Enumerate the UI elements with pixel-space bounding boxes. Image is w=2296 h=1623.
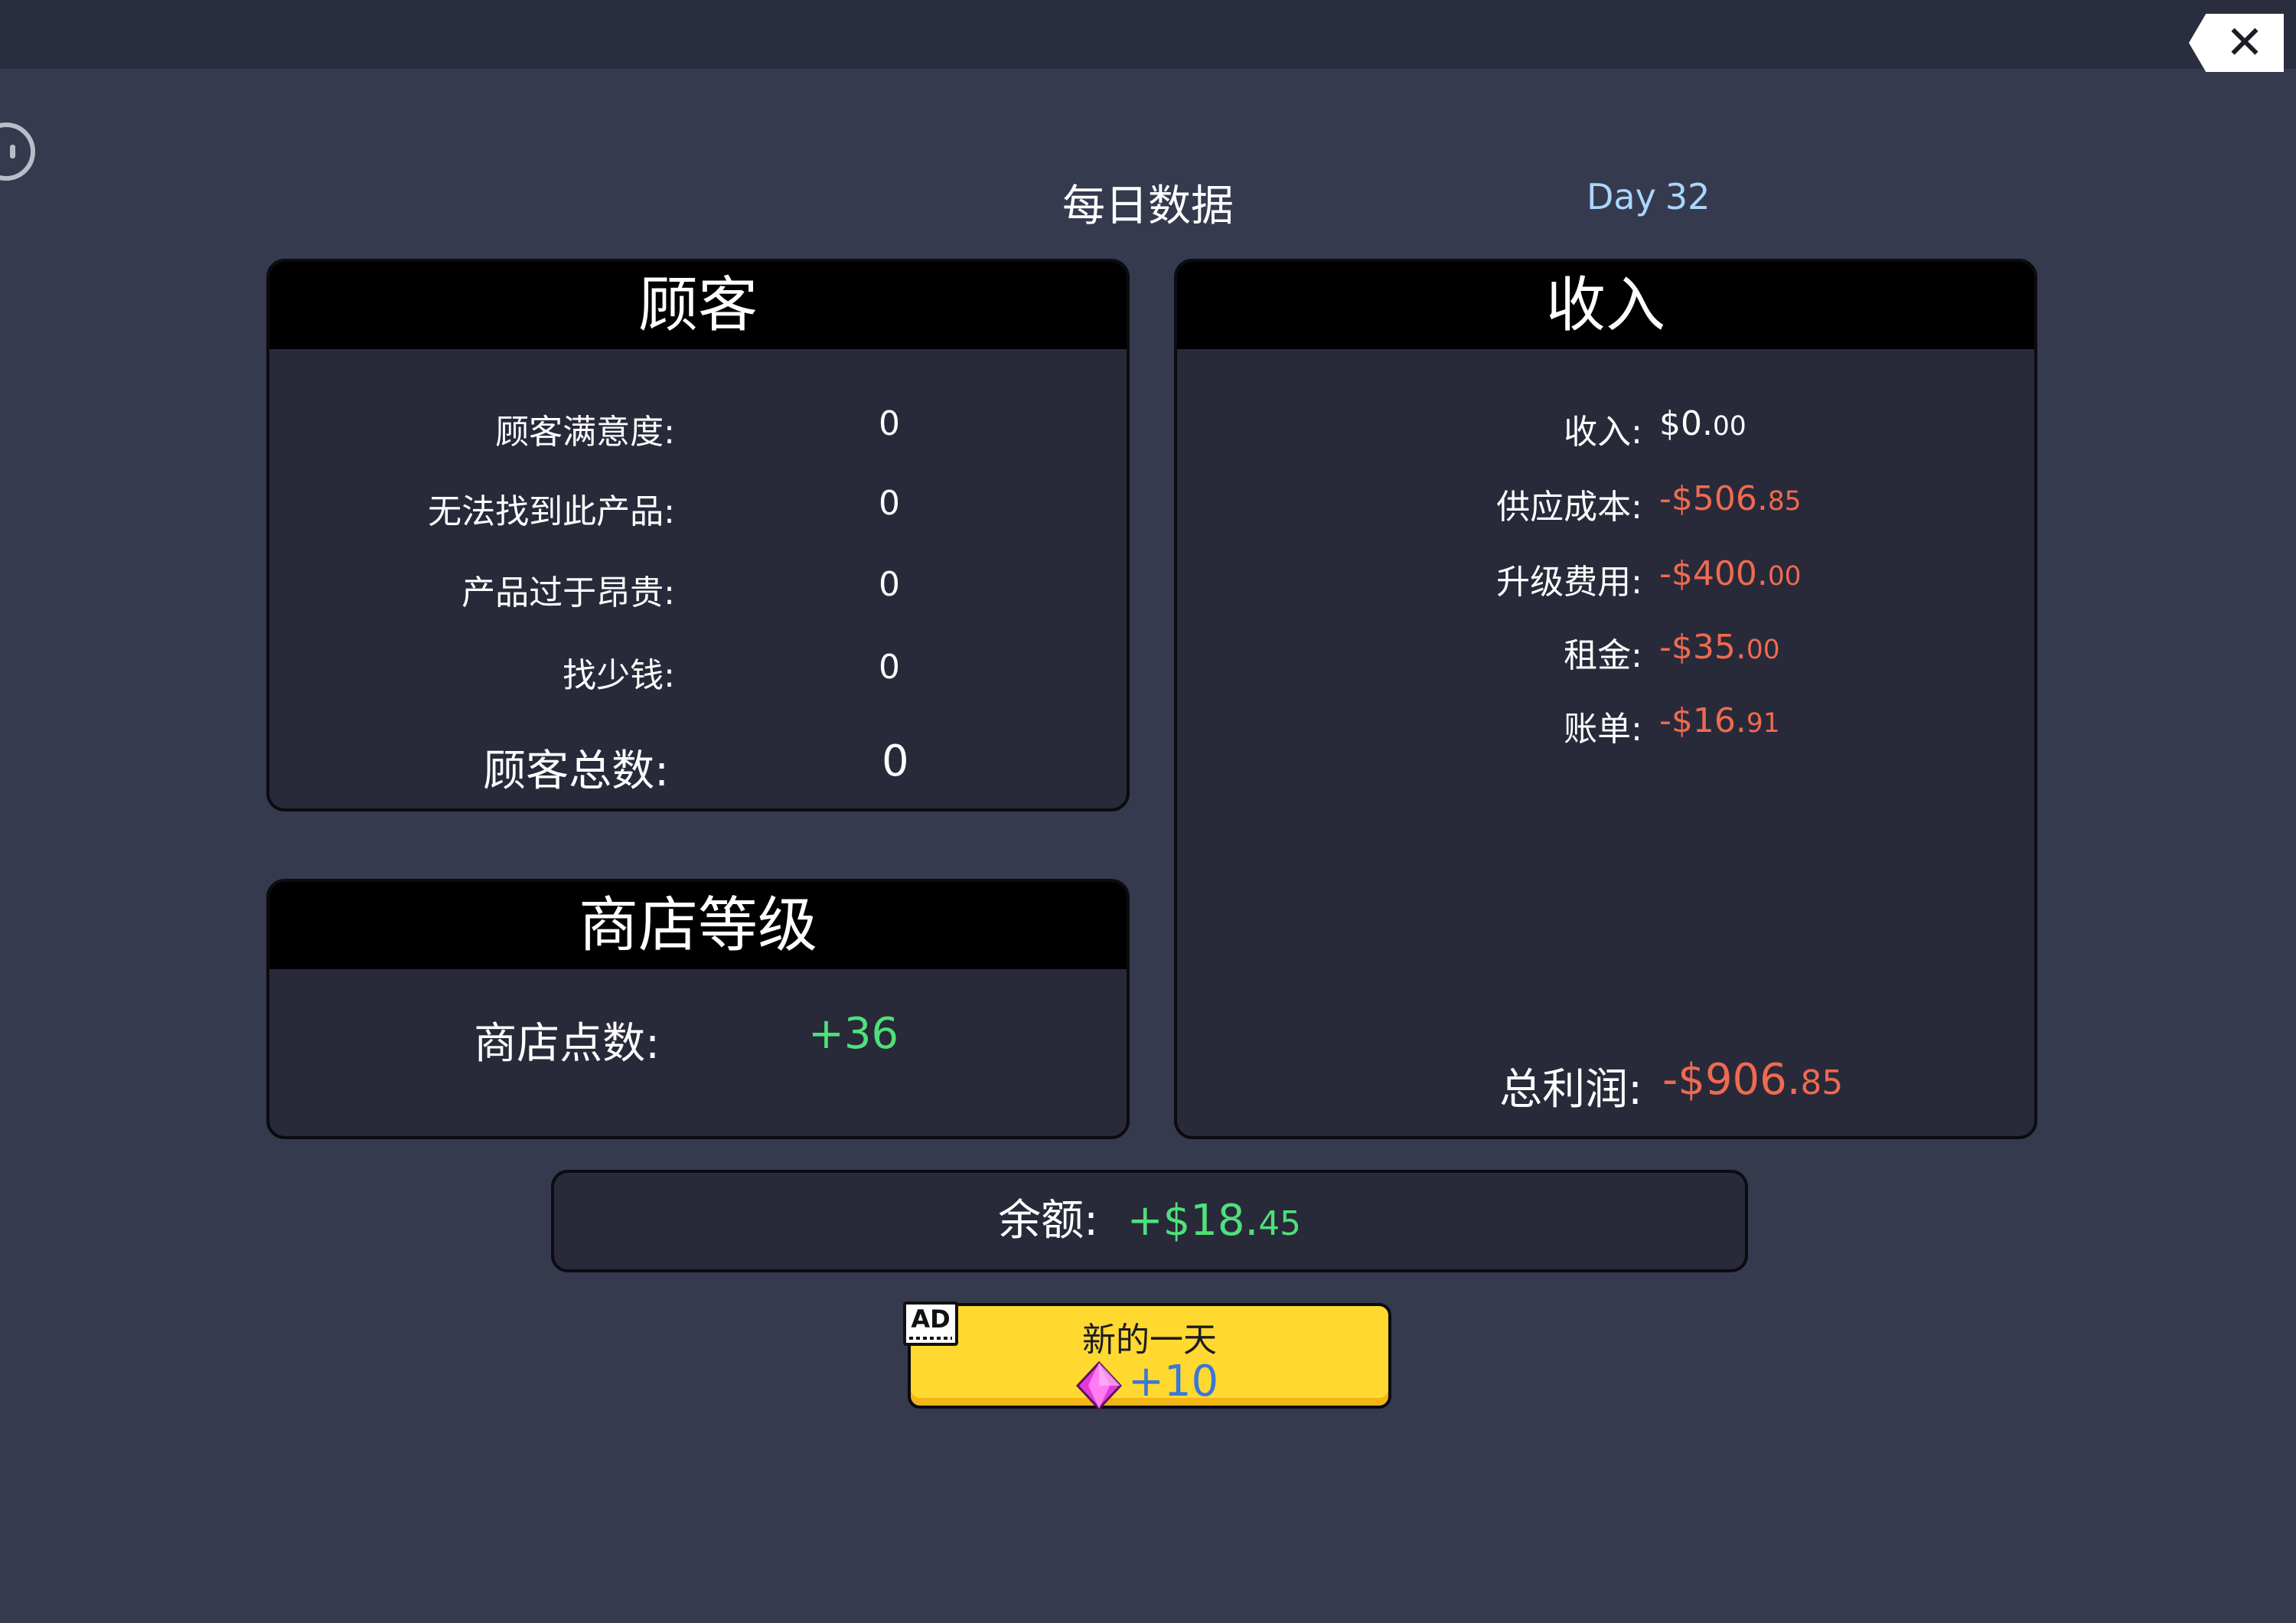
total-customers-label: 顾客总数: [483, 746, 669, 796]
too-expensive-value: 0 [879, 565, 900, 604]
shop-points-label: 商店点数: [474, 1019, 660, 1069]
new-day-reward: +10 [1128, 1357, 1219, 1406]
short-change-label: 找少钱: [563, 656, 675, 695]
income-row-label: 收入: [1564, 413, 1642, 452]
shop-level-panel: 商店等级 商店点数: +36 [266, 879, 1130, 1139]
income-row-label: 升级费用: [1496, 563, 1642, 602]
customers-panel: 顾客 顾客满意度: 0 无法找到此产品: 0 产品过于昂贵: 0 找少钱: 0 … [266, 259, 1130, 812]
income-panel-title: 收入 [1177, 262, 2034, 349]
satisfaction-label: 顾客满意度: [495, 413, 675, 452]
top-bar [0, 0, 2296, 69]
total-customers-value: 0 [882, 736, 909, 786]
gem-icon [1076, 1361, 1122, 1410]
new-day-label: 新的一天 [1082, 1321, 1217, 1360]
day-indicator: Day 32 [1587, 176, 1710, 217]
income-row-value: -$506.85 [1659, 479, 1802, 518]
shop-level-panel-title: 商店等级 [269, 882, 1127, 969]
page-title: 每日数据 [1062, 181, 1234, 231]
income-row-value: -$35.00 [1659, 628, 1780, 667]
income-row-label: 租金: [1564, 636, 1642, 675]
day-label: Day [1587, 176, 1656, 217]
income-row-value: $0.00 [1659, 404, 1746, 443]
too-expensive-label: 产品过于昂贵: [461, 573, 675, 612]
income-row-value: -$16.91 [1659, 701, 1780, 740]
side-menu-button[interactable] [0, 122, 35, 181]
income-row-value: -$400.00 [1659, 554, 1802, 593]
income-panel: 收入 收入: $0.00 供应成本: -$506.85 升级费用: -$400.00 租金:… [1174, 259, 2037, 1139]
customers-panel-title: 顾客 [269, 262, 1127, 349]
balance-label: 余额: [998, 1196, 1098, 1246]
balance-value: +$18.45 [1127, 1196, 1301, 1246]
balance-bar: 余额: +$18.45 [551, 1170, 1748, 1272]
close-button[interactable]: ✕ [2189, 14, 2284, 72]
not-found-value: 0 [879, 484, 900, 523]
income-row-label: 供应成本: [1496, 488, 1642, 527]
ad-icon: AD [903, 1301, 958, 1346]
close-icon: ✕ [2225, 16, 2265, 70]
short-change-value: 0 [879, 648, 900, 687]
not-found-label: 无法找到此产品: [428, 492, 675, 531]
income-row-label: 账单: [1564, 710, 1642, 749]
total-profit-label: 总利润: [1499, 1065, 1642, 1115]
day-number: 32 [1665, 176, 1711, 217]
satisfaction-value: 0 [879, 404, 900, 443]
shop-points-value: +36 [808, 1009, 899, 1059]
total-profit-value: -$906.85 [1662, 1055, 1844, 1105]
pause-icon [10, 145, 15, 158]
new-day-button[interactable]: 新的一天 +10 [908, 1303, 1391, 1410]
